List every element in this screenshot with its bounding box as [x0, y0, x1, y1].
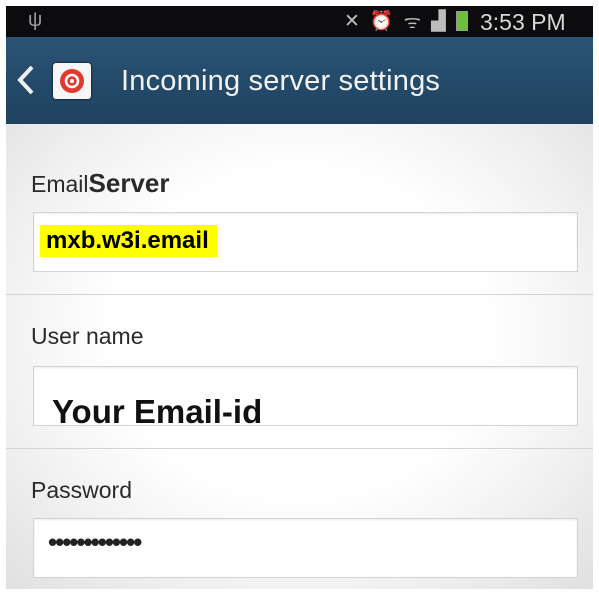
- status-time: 3:53 PM: [480, 9, 566, 35]
- page-title: Incoming server settings: [121, 65, 441, 97]
- username-value: Your Email-id: [52, 393, 263, 430]
- server-label-bold: Server: [88, 168, 170, 198]
- server-label: EmailServer: [31, 168, 169, 199]
- server-value: mxb.w3i.email: [40, 225, 217, 257]
- signal-icon: ▟: [430, 10, 446, 32]
- password-input[interactable]: •••••••••••••: [33, 518, 578, 578]
- battery-icon: [455, 11, 468, 31]
- wifi-icon: ᯤ: [403, 12, 421, 33]
- usb-icon: ψ: [28, 9, 43, 31]
- email-app-icon[interactable]: [53, 63, 91, 99]
- alarm-icon: ⏰: [369, 11, 394, 32]
- divider: [6, 294, 593, 295]
- divider: [6, 448, 593, 449]
- server-label-prefix: Email: [31, 171, 89, 197]
- status-bar: ψ ✕ ⏰ ᯤ ▟ 3:53 PM: [6, 6, 593, 37]
- chevron-left-icon[interactable]: [14, 63, 36, 97]
- password-label: Password: [31, 477, 132, 503]
- phone-screen: ψ ✕ ⏰ ᯤ ▟ 3:53 PM Incoming server settin…: [6, 6, 593, 589]
- username-input[interactable]: Your Email-id: [33, 366, 578, 430]
- password-value: •••••••••••••: [48, 527, 142, 557]
- settings-form: EmailServer mxb.w3i.email User name Your…: [6, 124, 593, 589]
- action-bar: Incoming server settings: [6, 37, 593, 124]
- muted-icon: ✕: [344, 10, 360, 32]
- username-label: User name: [31, 323, 144, 349]
- status-icons: ✕ ⏰ ᯤ ▟: [344, 8, 468, 34]
- server-input[interactable]: mxb.w3i.email: [33, 212, 578, 272]
